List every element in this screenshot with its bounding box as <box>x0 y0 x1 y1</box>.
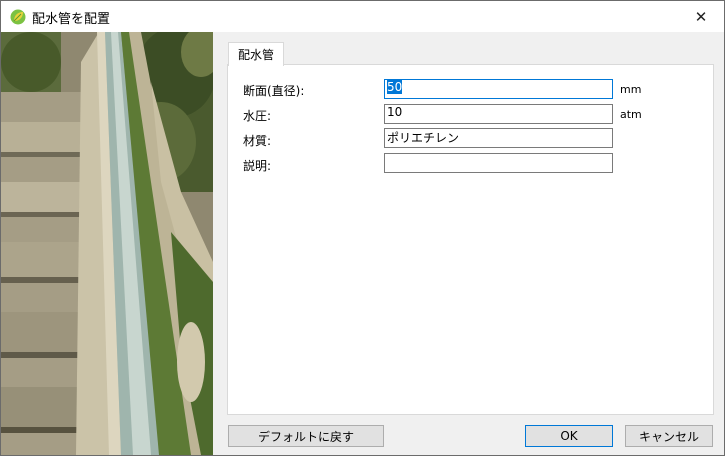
pressure-field[interactable]: 10 <box>384 104 613 124</box>
diameter-label: 断面(直径): <box>243 84 305 98</box>
cancel-label: キャンセル <box>638 429 699 444</box>
title-bar[interactable]: 配水管を配置 ✕ <box>1 1 724 32</box>
reset-defaults-button[interactable]: デフォルトに戻す <box>228 425 384 447</box>
aqueduct-photo <box>1 32 213 455</box>
material-label: 材質: <box>243 134 272 148</box>
diameter-value: 50 <box>387 80 403 94</box>
leaf-app-icon <box>10 9 26 25</box>
tab-pipe-label: 配水管 <box>237 48 274 62</box>
window-title: 配水管を配置 <box>32 12 111 27</box>
dialog-window: 配水管を配置 ✕ 配水管 断面(直径): 50 mm 水圧: 10 atm 材質… <box>0 0 725 456</box>
description-field[interactable] <box>384 153 613 173</box>
close-icon: ✕ <box>694 7 708 26</box>
ok-button[interactable]: OK <box>525 425 613 447</box>
tab-pipe[interactable]: 配水管 <box>228 42 284 66</box>
material-field[interactable]: ポリエチレン <box>384 128 613 148</box>
material-value: ポリエチレン <box>387 131 460 145</box>
diameter-field[interactable]: 50 <box>384 79 613 99</box>
pressure-value: 10 <box>387 105 403 119</box>
cancel-button[interactable]: キャンセル <box>625 425 713 447</box>
pressure-label: 水圧: <box>243 109 272 123</box>
reset-defaults-label: デフォルトに戻す <box>257 429 354 444</box>
description-label: 説明: <box>243 159 272 173</box>
diameter-unit: mm <box>620 83 642 96</box>
close-button[interactable]: ✕ <box>678 1 724 32</box>
ok-label: OK <box>560 429 578 443</box>
pressure-unit: atm <box>620 108 642 121</box>
